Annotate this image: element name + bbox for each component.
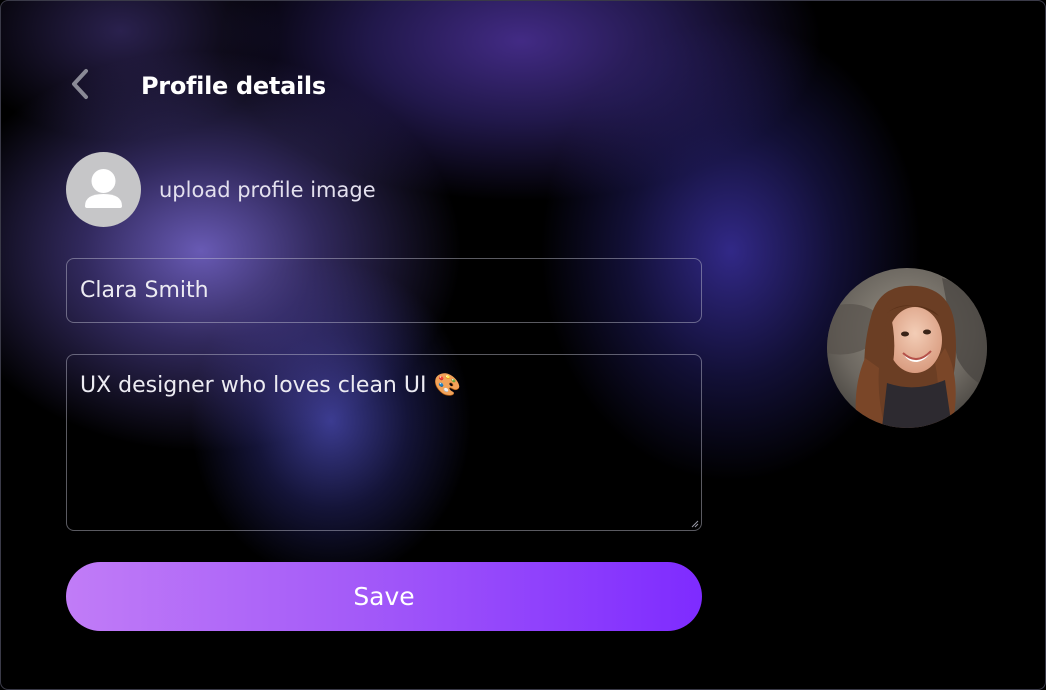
upload-profile-image[interactable]: upload profile image <box>66 152 376 227</box>
resize-grip-icon[interactable] <box>691 520 699 528</box>
chevron-left-icon <box>69 67 91 105</box>
avatar-placeholder[interactable] <box>66 152 141 227</box>
profile-details-screen: Profile details upload profile image UX … <box>0 0 1046 690</box>
upload-label[interactable]: upload profile image <box>159 178 376 202</box>
user-icon <box>66 152 141 227</box>
bio-text: UX designer who loves clean UI 🎨 <box>80 373 461 398</box>
name-field[interactable] <box>66 258 702 323</box>
page-title: Profile details <box>141 72 326 100</box>
profile-photo <box>827 268 987 428</box>
save-button[interactable]: Save <box>66 562 702 631</box>
bio-field[interactable]: UX designer who loves clean UI 🎨 <box>66 354 702 531</box>
back-button[interactable] <box>63 69 97 103</box>
